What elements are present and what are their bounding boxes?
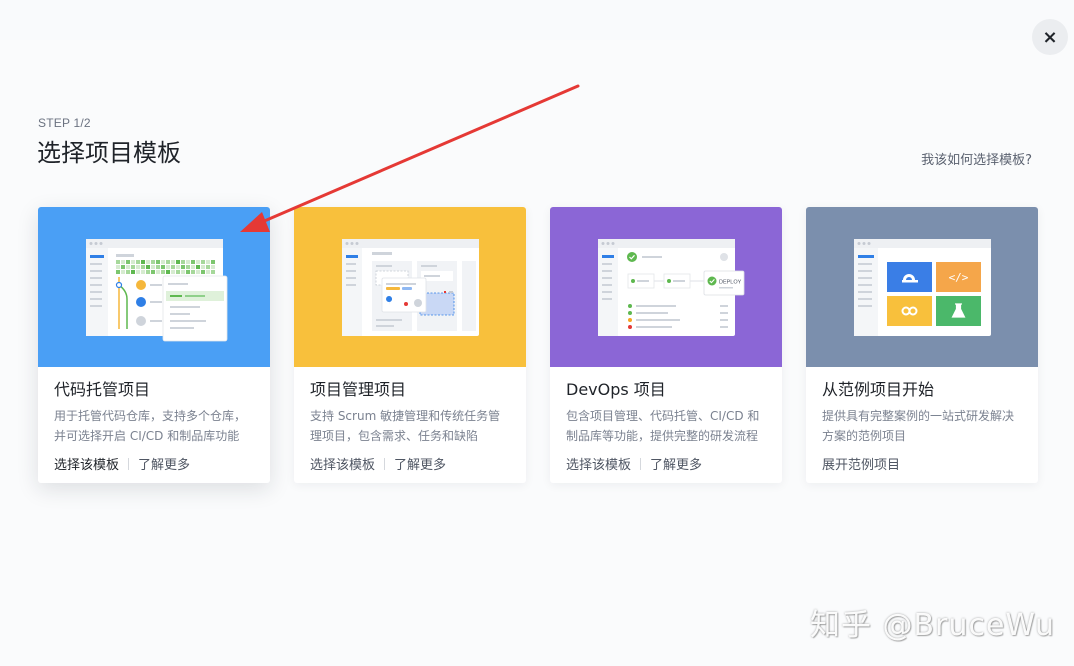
annotation-arrow [240,84,580,232]
arrow-shaft [260,84,580,224]
watermark: 知乎 @BruceWu [810,608,1056,643]
arrow-head [240,212,270,232]
